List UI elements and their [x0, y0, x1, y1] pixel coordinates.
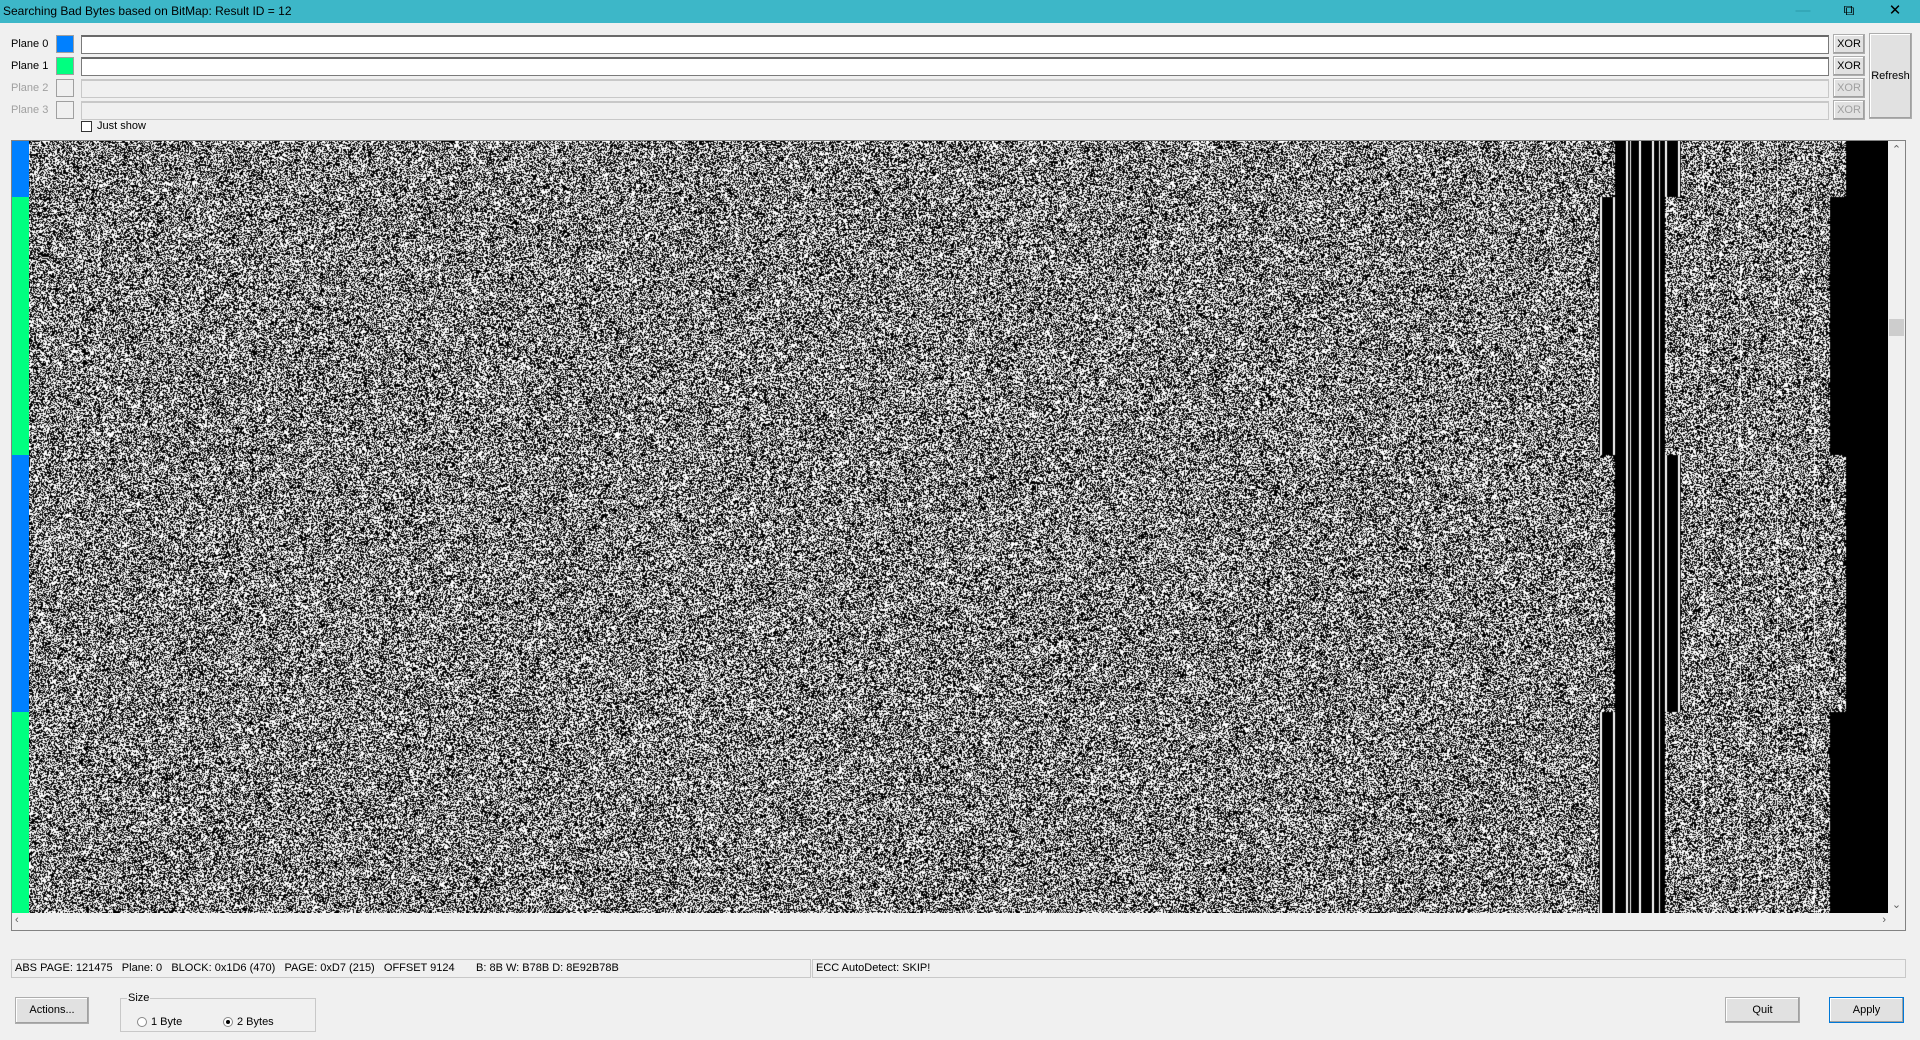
plane-3-label: Plane 3: [11, 104, 48, 116]
plane-stripe: [12, 141, 29, 197]
plane-0-label: Plane 0: [11, 38, 48, 50]
apply-button[interactable]: Apply: [1829, 997, 1904, 1023]
actions-button[interactable]: Actions...: [15, 997, 89, 1024]
radio-1-byte[interactable]: 1 Byte: [137, 1016, 182, 1028]
just-show-checkbox[interactable]: [81, 121, 92, 132]
plane-0-color-swatch[interactable]: [56, 35, 74, 53]
scroll-left-icon[interactable]: ‹: [15, 914, 19, 926]
scroll-down-icon[interactable]: ⌄: [1888, 898, 1905, 911]
minimize-icon[interactable]: —: [1780, 0, 1826, 23]
scroll-right-icon[interactable]: ›: [1882, 914, 1886, 926]
plane-2-color-swatch: [56, 79, 74, 97]
size-group: Size 1 Byte 2 Bytes: [120, 992, 316, 1032]
plane-1-label: Plane 1: [11, 60, 48, 72]
plane-1-color-swatch[interactable]: [56, 57, 74, 75]
bitmap-view[interactable]: ⌃ ⌄ ‹ ›: [11, 140, 1906, 931]
plane-2-xor-button: XOR: [1833, 78, 1865, 98]
title-bar: Searching Bad Bytes based on BitMap: Res…: [0, 0, 1920, 23]
plane-1-xor-button[interactable]: XOR: [1833, 56, 1865, 76]
scroll-thumb[interactable]: [1889, 319, 1904, 336]
plane-0-xor-button[interactable]: XOR: [1833, 34, 1865, 54]
ecc-status: ECC AutoDetect: SKIP!: [812, 959, 1906, 978]
close-icon[interactable]: ✕: [1872, 0, 1918, 23]
plane-3-color-swatch: [56, 101, 74, 119]
just-show-label: Just show: [97, 120, 146, 132]
plane-stripe: [12, 197, 29, 455]
horizontal-scrollbar[interactable]: ‹ ›: [12, 913, 1889, 930]
radio-2-bytes[interactable]: 2 Bytes: [223, 1016, 274, 1028]
plane-3-xor-button: XOR: [1833, 100, 1865, 120]
plane-2-pattern-field: [81, 79, 1829, 98]
window-title: Searching Bad Bytes based on BitMap: Res…: [3, 4, 292, 18]
refresh-button[interactable]: Refresh: [1869, 33, 1912, 119]
scroll-up-icon[interactable]: ⌃: [1888, 143, 1905, 156]
plane-stripe: [12, 712, 29, 913]
status-info: ABS PAGE: 121475 Plane: 0 BLOCK: 0x1D6 (…: [11, 959, 811, 978]
vertical-scrollbar[interactable]: ⌃ ⌄: [1888, 141, 1905, 913]
quit-button[interactable]: Quit: [1725, 997, 1800, 1023]
plane-stripe: [12, 455, 29, 712]
restore-icon[interactable]: ⧉: [1826, 0, 1872, 23]
plane-0-pattern-field[interactable]: [81, 35, 1829, 54]
plane-2-label: Plane 2: [11, 82, 48, 94]
plane-1-pattern-field[interactable]: [81, 57, 1829, 76]
bitmap-canvas[interactable]: [29, 141, 1905, 913]
size-legend: Size: [127, 992, 150, 1004]
plane-3-pattern-field: [81, 101, 1829, 120]
